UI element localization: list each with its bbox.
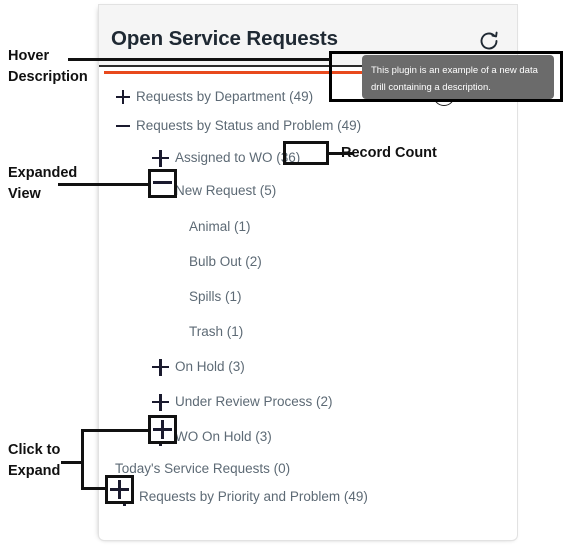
requests-priority-plus-glyph-v[interactable] bbox=[118, 480, 121, 499]
page-title: Open Service Requests bbox=[111, 27, 338, 50]
tree-item-label: Assigned to WO (36) bbox=[175, 150, 301, 165]
tree-item-trash[interactable]: Trash (1) bbox=[189, 321, 243, 343]
hover-tooltip: This plugin is an example of a new data … bbox=[362, 55, 554, 99]
tree-item-label: Under Review Process (2) bbox=[175, 394, 333, 409]
annotation-click-to-expand: Click to Expand bbox=[8, 442, 61, 479]
tree-item-requests-by-priority-and-problem[interactable]: Requests by Priority and Problem (49) bbox=[115, 486, 368, 508]
annotation-leader-click-to-expand bbox=[61, 461, 83, 464]
expand-plus-icon[interactable] bbox=[151, 149, 170, 168]
expand-plus-icon[interactable] bbox=[115, 89, 131, 105]
new-request-minus-glyph[interactable] bbox=[153, 181, 172, 184]
tree-item-label: On Hold (3) bbox=[175, 359, 245, 374]
tree-item-bulb-out[interactable]: Bulb Out (2) bbox=[189, 251, 262, 273]
annotation-hover-description: Hover Description bbox=[8, 48, 88, 85]
tree-item-spills[interactable]: Spills (1) bbox=[189, 286, 242, 308]
expand-plus-icon[interactable] bbox=[151, 393, 170, 412]
tree-item-label: Animal (1) bbox=[189, 219, 251, 234]
tree-item-label: New Request (5) bbox=[175, 183, 277, 198]
annotation-bracket-vertical bbox=[81, 429, 84, 489]
tree-item-label: Requests by Priority and Problem (49) bbox=[139, 489, 368, 504]
tree-item-label: Today's Service Requests (0) bbox=[115, 461, 291, 476]
annotation-bracket-bottom-arm bbox=[81, 487, 108, 490]
annotation-bracket-top-arm bbox=[81, 429, 150, 432]
tree-item-requests-by-department[interactable]: Requests by Department (49) bbox=[115, 86, 313, 108]
tree-item-assigned-to-wo[interactable]: Assigned to WO (36) bbox=[151, 147, 300, 169]
annotation-record-count: Record Count bbox=[341, 145, 437, 161]
annotation-leader-hover-description bbox=[68, 58, 330, 61]
refresh-icon[interactable] bbox=[477, 29, 501, 53]
tree-item-label: Spills (1) bbox=[189, 289, 242, 304]
tree-item-label: Bulb Out (2) bbox=[189, 254, 262, 269]
tree-item-label: Requests by Status and Problem (49) bbox=[136, 118, 362, 133]
tree-item-animal[interactable]: Animal (1) bbox=[189, 216, 251, 238]
record-count-highlight-box bbox=[283, 141, 329, 165]
tree-item-label: Requests by Department (49) bbox=[136, 89, 314, 104]
expand-plus-icon[interactable] bbox=[151, 358, 170, 377]
wo-on-hold-plus-glyph-v[interactable] bbox=[161, 420, 164, 439]
annotation-leader-record-count bbox=[329, 152, 353, 155]
tree-item-on-hold[interactable]: On Hold (3) bbox=[151, 356, 245, 378]
tree-item-label: Trash (1) bbox=[189, 324, 244, 339]
tree-item-label: WO On Hold (3) bbox=[175, 429, 272, 444]
collapse-minus-icon[interactable] bbox=[115, 118, 131, 134]
tree-item-under-review-process[interactable]: Under Review Process (2) bbox=[151, 391, 333, 413]
tree-item-todays-service-requests[interactable]: Today's Service Requests (0) bbox=[115, 458, 290, 480]
tree-item-requests-by-status-and-problem[interactable]: Requests by Status and Problem (49) bbox=[115, 115, 361, 137]
annotation-leader-expanded-view bbox=[58, 183, 149, 186]
